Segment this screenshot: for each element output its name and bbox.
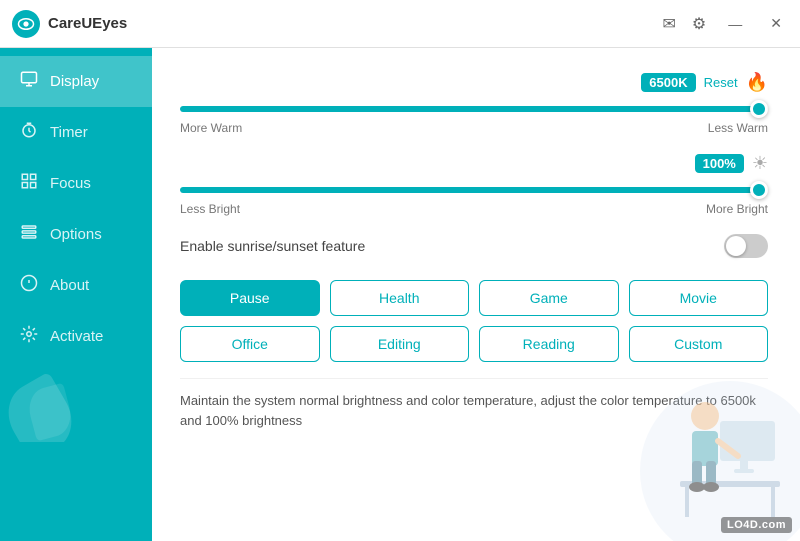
- sidebar-item-display[interactable]: Display: [0, 56, 152, 107]
- brightness-min-label: Less Bright: [180, 202, 240, 216]
- watermark: LO4D.com: [721, 517, 792, 533]
- preset-pause[interactable]: Pause: [180, 280, 320, 316]
- titlebar-left: CareUEyes: [12, 10, 127, 38]
- options-icon: [18, 223, 40, 246]
- temp-labels: More Warm Less Warm: [180, 121, 768, 135]
- sidebar-item-options[interactable]: Options: [0, 209, 152, 260]
- preset-reading[interactable]: Reading: [479, 326, 619, 362]
- temp-header: 6500K Reset 🔥: [180, 72, 768, 93]
- preset-office[interactable]: Office: [180, 326, 320, 362]
- focus-icon: [18, 172, 40, 195]
- content-area: 6500K Reset 🔥 More Warm Less Warm 100% ☀…: [152, 48, 800, 541]
- settings-icon[interactable]: ⚙: [692, 14, 706, 34]
- brightness-slider[interactable]: [180, 187, 768, 193]
- brightness-icon: ☀: [752, 153, 768, 174]
- brightness-header: 100% ☀: [180, 153, 768, 174]
- timer-icon: [18, 121, 40, 144]
- figure-svg: [650, 341, 790, 531]
- temp-badge: 6500K: [641, 73, 695, 92]
- sidebar-label-about: About: [50, 277, 89, 294]
- brightness-section: 100% ☀ Less Bright More Bright: [180, 153, 768, 216]
- titlebar-controls: ✉ ⚙ — ✕: [663, 13, 788, 34]
- sidebar-label-activate: Activate: [50, 328, 103, 345]
- minimize-button[interactable]: —: [722, 14, 748, 34]
- preset-row-1: Pause Health Game Movie: [180, 280, 768, 316]
- sidebar: Display Timer Focus Options About: [0, 48, 152, 541]
- display-icon: [18, 70, 40, 93]
- temp-max-label: Less Warm: [708, 121, 768, 135]
- sidebar-decoration: [0, 362, 152, 442]
- temp-min-label: More Warm: [180, 121, 242, 135]
- sidebar-item-focus[interactable]: Focus: [0, 158, 152, 209]
- reset-link[interactable]: Reset: [704, 75, 738, 90]
- sidebar-item-timer[interactable]: Timer: [0, 107, 152, 158]
- preset-game[interactable]: Game: [479, 280, 619, 316]
- sidebar-label-display: Display: [50, 73, 99, 90]
- brightness-labels: Less Bright More Bright: [180, 202, 768, 216]
- about-icon: [18, 274, 40, 297]
- temperature-section: 6500K Reset 🔥 More Warm Less Warm: [180, 72, 768, 135]
- sidebar-label-focus: Focus: [50, 175, 91, 192]
- titlebar: CareUEyes ✉ ⚙ — ✕: [0, 0, 800, 48]
- sunrise-feature-row: Enable sunrise/sunset feature: [180, 234, 768, 258]
- app-logo: [12, 10, 40, 38]
- app-title: CareUEyes: [48, 15, 127, 32]
- preset-health[interactable]: Health: [330, 280, 470, 316]
- sunrise-toggle[interactable]: [724, 234, 768, 258]
- main-layout: Display Timer Focus Options About: [0, 48, 800, 541]
- flame-icon: 🔥: [746, 72, 768, 93]
- temperature-slider[interactable]: [180, 106, 768, 112]
- sidebar-label-options: Options: [50, 226, 102, 243]
- sidebar-label-timer: Timer: [50, 124, 88, 141]
- sidebar-item-activate[interactable]: Activate: [0, 311, 152, 362]
- close-button[interactable]: ✕: [764, 13, 788, 34]
- sunrise-feature-label: Enable sunrise/sunset feature: [180, 238, 365, 254]
- sidebar-item-about[interactable]: About: [0, 260, 152, 311]
- preset-editing[interactable]: Editing: [330, 326, 470, 362]
- brightness-badge: 100%: [695, 154, 744, 173]
- email-icon[interactable]: ✉: [663, 14, 676, 34]
- preset-movie[interactable]: Movie: [629, 280, 769, 316]
- activate-icon: [18, 325, 40, 348]
- brightness-max-label: More Bright: [706, 202, 768, 216]
- deco-figure: [640, 341, 800, 541]
- toggle-knob: [726, 236, 746, 256]
